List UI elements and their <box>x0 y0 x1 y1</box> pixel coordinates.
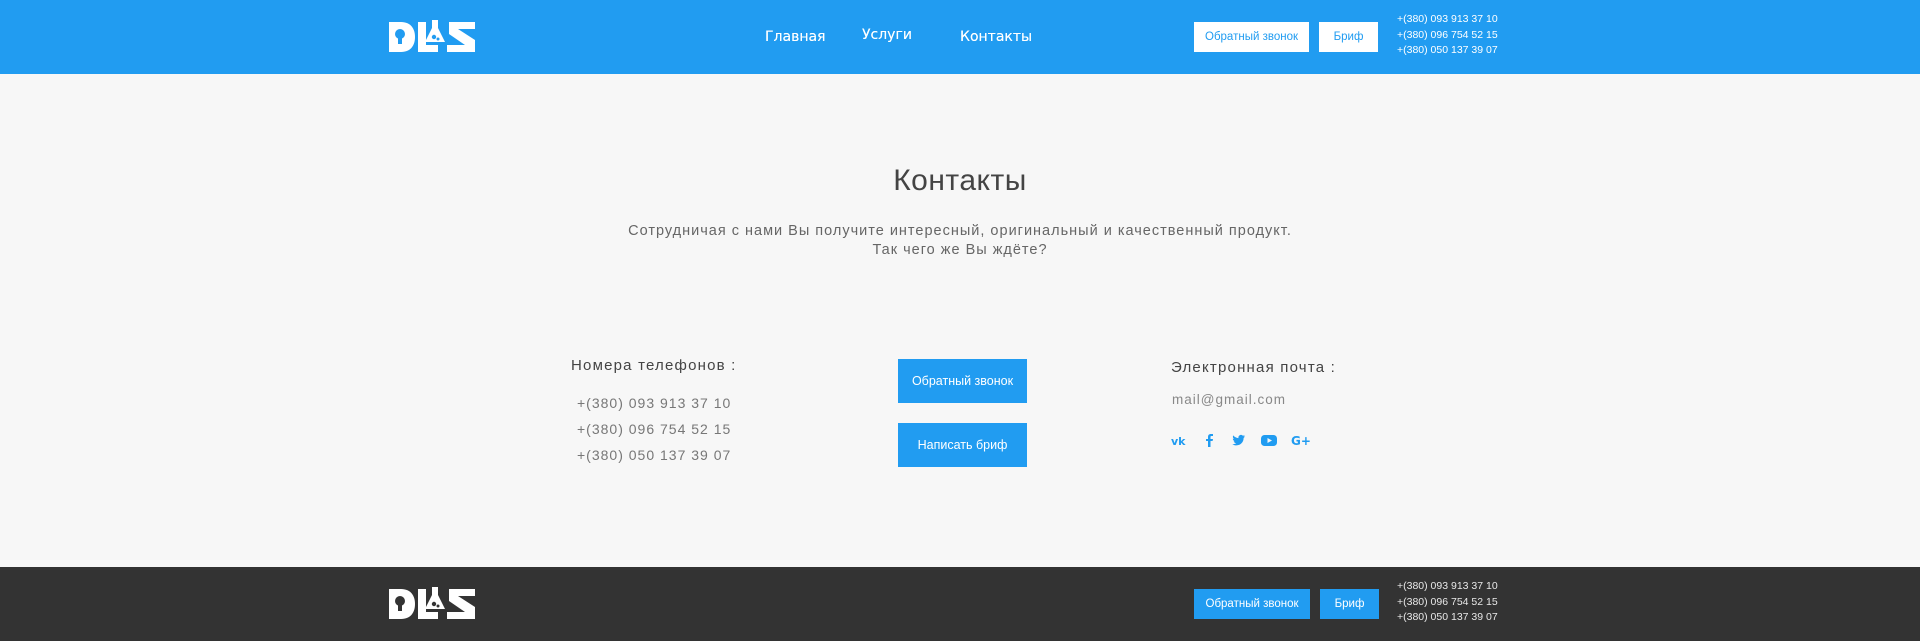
callback-cta-button[interactable]: Обратный звонок <box>898 359 1027 403</box>
dls-logo-icon <box>389 20 475 52</box>
footer-brief-button[interactable]: Бриф <box>1320 589 1379 619</box>
dls-logo-icon <box>389 587 475 619</box>
footer-phones: +(380) 093 913 37 10 +(380) 096 754 52 1… <box>1397 579 1498 626</box>
footer-nav-contacts[interactable]: Контакты <box>960 28 1032 46</box>
footer-phone[interactable]: +(380) 050 137 39 07 <box>1397 610 1498 626</box>
email-title: Электронная почта : <box>1171 359 1336 376</box>
twitter-icon[interactable] <box>1230 432 1248 448</box>
footer-phone[interactable]: +(380) 096 754 52 15 <box>1397 595 1498 611</box>
footer-phone[interactable]: +(380) 093 913 37 10 <box>1397 579 1498 595</box>
footer-nav-home[interactable]: Главная <box>765 28 825 46</box>
site-footer <box>0 567 1920 641</box>
svg-text:vk: vk <box>1171 435 1186 448</box>
svg-text:G+: G+ <box>1291 434 1311 448</box>
write-brief-button[interactable]: Написать бриф <box>898 423 1027 467</box>
email-link[interactable]: mail@gmail.com <box>1172 392 1286 407</box>
phone-number[interactable]: +(380) 096 754 52 15 <box>577 416 731 442</box>
phone-number[interactable]: +(380) 093 913 37 10 <box>577 390 731 416</box>
facebook-icon[interactable] <box>1201 432 1219 448</box>
phone-list: +(380) 093 913 37 10 +(380) 096 754 52 1… <box>577 390 731 468</box>
logo[interactable] <box>389 20 477 54</box>
header-phone[interactable]: +(380) 096 754 52 15 <box>1397 28 1498 44</box>
header-phone[interactable]: +(380) 093 913 37 10 <box>1397 12 1498 28</box>
callback-button[interactable]: Обратный звонок <box>1194 22 1309 52</box>
footer-nav-services[interactable]: Услуги <box>862 26 912 44</box>
subtitle-line: Сотрудничая с нами Вы получите интересны… <box>628 223 1292 239</box>
vk-icon[interactable]: vk <box>1171 432 1189 448</box>
page-subtitle: Сотрудничая с нами Вы получите интересны… <box>0 222 1920 260</box>
brief-button[interactable]: Бриф <box>1319 22 1378 52</box>
page: Главная Услуги Контакты Обратный звонок … <box>0 0 1920 641</box>
footer-logo[interactable] <box>389 587 477 621</box>
page-title: Контакты <box>893 164 1027 197</box>
google-plus-icon[interactable]: G+ <box>1291 432 1313 448</box>
youtube-icon[interactable] <box>1260 432 1278 448</box>
header-phones: +(380) 093 913 37 10 +(380) 096 754 52 1… <box>1397 12 1498 59</box>
header-phone[interactable]: +(380) 050 137 39 07 <box>1397 43 1498 59</box>
footer-callback-button[interactable]: Обратный звонок <box>1194 589 1310 619</box>
subtitle-line: Так чего же Вы ждёте? <box>872 242 1048 258</box>
phone-number[interactable]: +(380) 050 137 39 07 <box>577 442 731 468</box>
phones-title: Номера телефонов : <box>571 357 737 374</box>
